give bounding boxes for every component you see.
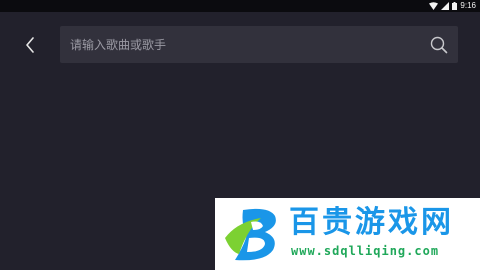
search-input[interactable] [70, 26, 410, 63]
wifi-icon [429, 2, 439, 10]
battery-icon [452, 2, 458, 10]
watermark: 百贵游戏网 www.sdqlliqing.com [215, 198, 480, 270]
chevron-left-icon [26, 37, 34, 53]
status-bar: 9:16 [0, 0, 480, 12]
watermark-title: 百贵游戏网 [289, 205, 454, 240]
search-box [60, 26, 458, 63]
status-icons: 9:16 [429, 0, 476, 12]
watermark-url: www.sdqlliqing.com [291, 244, 440, 258]
status-time: 9:16 [460, 1, 476, 10]
signal-icon [441, 2, 450, 10]
watermark-logo [225, 208, 276, 261]
search-icon[interactable] [430, 36, 448, 54]
back-button[interactable] [18, 33, 42, 57]
